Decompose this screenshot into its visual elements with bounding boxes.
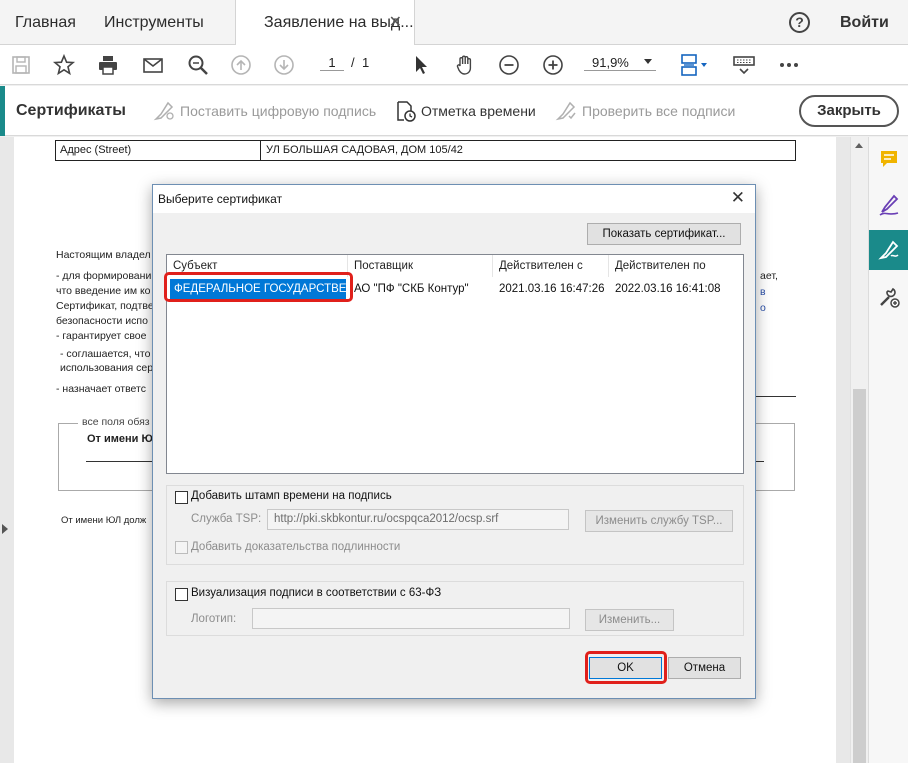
tab-home[interactable]: Главная (15, 0, 76, 45)
fieldset-rule (86, 461, 156, 462)
more-options-icon[interactable] (776, 52, 802, 78)
page-number-input[interactable]: 1 (320, 55, 344, 71)
help-icon[interactable]: ? (789, 12, 810, 33)
star-icon[interactable] (51, 52, 77, 78)
ok-button[interactable]: OK (589, 657, 662, 679)
cert-row-valid-from[interactable]: 2021.03.16 16:47:26 (493, 279, 609, 299)
certbar-title: Сертификаты (16, 102, 126, 119)
cert-row-issuer[interactable]: АО "ПФ "СКБ Контур" (348, 279, 493, 299)
cancel-button[interactable]: Отмена (668, 657, 741, 679)
tab-document[interactable]: Заявление на выд... ✕ (235, 0, 415, 46)
fit-page-icon[interactable] (676, 52, 712, 78)
timestamp-label: Отметка времени (421, 103, 536, 119)
zoom-in-icon[interactable] (540, 52, 566, 78)
certificate-list[interactable]: Субъект Поставщик Действителен с Действи… (166, 254, 744, 474)
doc-line: использования сер (60, 362, 154, 374)
fieldset-legend: все поля обяз (78, 416, 154, 428)
tab-bar: Главная Инструменты Заявление на выд... … (0, 0, 908, 46)
page-separator: / (351, 55, 355, 70)
add-timestamp-checkbox[interactable] (175, 491, 188, 504)
print-icon[interactable] (95, 52, 121, 78)
zoom-out-icon[interactable] (496, 52, 522, 78)
add-evidence-label: Добавить доказательства подлинности (191, 541, 401, 553)
sign-digitally-button[interactable]: Поставить цифровую подпись (152, 86, 376, 136)
doc-line: - назначает ответс (56, 383, 146, 395)
add-evidence-checkbox[interactable] (175, 541, 188, 554)
prev-page-icon[interactable] (228, 52, 254, 78)
hand-tool-icon[interactable] (452, 52, 478, 78)
fill-sign-icon[interactable] (869, 185, 908, 225)
doc-fragment: ает, (760, 270, 778, 282)
certificates-tool-icon[interactable] (869, 230, 908, 270)
panel-expand-icon[interactable] (2, 524, 8, 534)
scroll-thumb[interactable] (853, 389, 866, 763)
doc-line: Сертификат, подтве (56, 300, 154, 312)
login-button[interactable]: Войти (840, 0, 889, 45)
sign-digitally-label: Поставить цифровую подпись (180, 103, 377, 119)
change-logo-button[interactable]: Изменить... (585, 609, 674, 631)
logo-field[interactable] (252, 608, 570, 629)
doc-fragment: о (760, 302, 766, 314)
dialog-close-icon[interactable]: ✕ (731, 188, 745, 208)
visualize-label: Визуализация подписи в соответствии с 63… (191, 587, 442, 599)
verify-signatures-label: Проверить все подписи (582, 103, 736, 119)
doc-line: безопасности испо (56, 315, 148, 327)
change-tsp-button[interactable]: Изменить службу TSP... (585, 510, 733, 532)
column-header-valid-from[interactable]: Действителен с (493, 255, 609, 277)
right-tools-panel (868, 137, 908, 763)
main-toolbar: 1 / 1 91,9% (0, 45, 908, 85)
logo-label: Логотип: (191, 613, 237, 625)
search-icon[interactable] (185, 52, 211, 78)
pen-check-icon (555, 101, 576, 121)
document-clock-icon (397, 101, 416, 122)
address-table: Адрес (Street) УЛ БОЛЬШАЯ САДОВАЯ, ДОМ 1… (55, 140, 796, 161)
certificates-bar: Сертификаты Поставить цифровую подпись О… (0, 86, 908, 136)
tab-close-icon[interactable]: ✕ (389, 0, 402, 45)
address-label: Адрес (Street) (56, 141, 261, 160)
vertical-scrollbar[interactable] (850, 137, 867, 763)
more-tools-icon[interactable] (869, 277, 908, 317)
cert-row-valid-to[interactable]: 2022.03.16 16:41:08 (609, 279, 743, 299)
doc-fragment: в (760, 286, 766, 298)
column-header-issuer[interactable]: Поставщик (348, 255, 493, 277)
keyboard-icon[interactable] (731, 52, 757, 78)
fieldset-text: От имени Ю (87, 433, 153, 445)
timestamp-button[interactable]: Отметка времени (393, 86, 536, 136)
show-certificate-button[interactable]: Показать сертификат... (587, 223, 741, 245)
mail-icon[interactable] (140, 52, 166, 78)
zoom-select[interactable]: 91,9% (584, 55, 656, 71)
footer-text: От имени ЮЛ долж (61, 515, 147, 526)
doc-line: Настоящим владел (56, 249, 151, 261)
doc-line: - соглашается, что (60, 348, 151, 360)
column-header-valid-to[interactable]: Действителен по (609, 255, 743, 277)
page-total: 1 (362, 55, 370, 70)
zoom-value: 91,9% (592, 55, 629, 70)
scroll-up-icon[interactable] (855, 143, 863, 148)
verify-signatures-button[interactable]: Проверить все подписи (554, 86, 735, 136)
tsp-url-field[interactable]: http://pki.skbkontur.ru/ocspqca2012/ocsp… (267, 509, 569, 530)
next-page-icon[interactable] (271, 52, 297, 78)
dialog-title: Выберите сертификат (158, 192, 283, 206)
select-certificate-dialog: Выберите сертификат ✕ Показать сертифика… (152, 184, 756, 699)
doc-line: - для формировани (56, 270, 152, 282)
visualize-checkbox[interactable] (175, 588, 188, 601)
comment-icon[interactable] (869, 139, 908, 179)
certbar-accent (0, 86, 5, 136)
pen-sign-icon (153, 101, 174, 121)
tab-tools[interactable]: Инструменты (104, 0, 204, 45)
cert-row-subject[interactable]: ФЕДЕРАЛЬНОЕ ГОСУДАРСТВЕН... (170, 279, 346, 299)
address-value: УЛ БОЛЬШАЯ САДОВАЯ, ДОМ 105/42 (266, 144, 463, 156)
doc-line: что введение им ко (56, 285, 151, 297)
dialog-titlebar: Выберите сертификат ✕ (153, 185, 755, 213)
doc-line: - гарантирует свое (56, 330, 147, 342)
select-cursor-icon[interactable] (408, 52, 434, 78)
save-icon[interactable] (8, 52, 34, 78)
close-certificates-button[interactable]: Закрыть (799, 95, 899, 127)
chevron-down-icon (644, 59, 652, 64)
column-header-subject[interactable]: Субъект (167, 255, 348, 277)
tsp-label: Служба TSP: (191, 513, 262, 525)
add-timestamp-label: Добавить штамп времени на подпись (191, 490, 392, 502)
